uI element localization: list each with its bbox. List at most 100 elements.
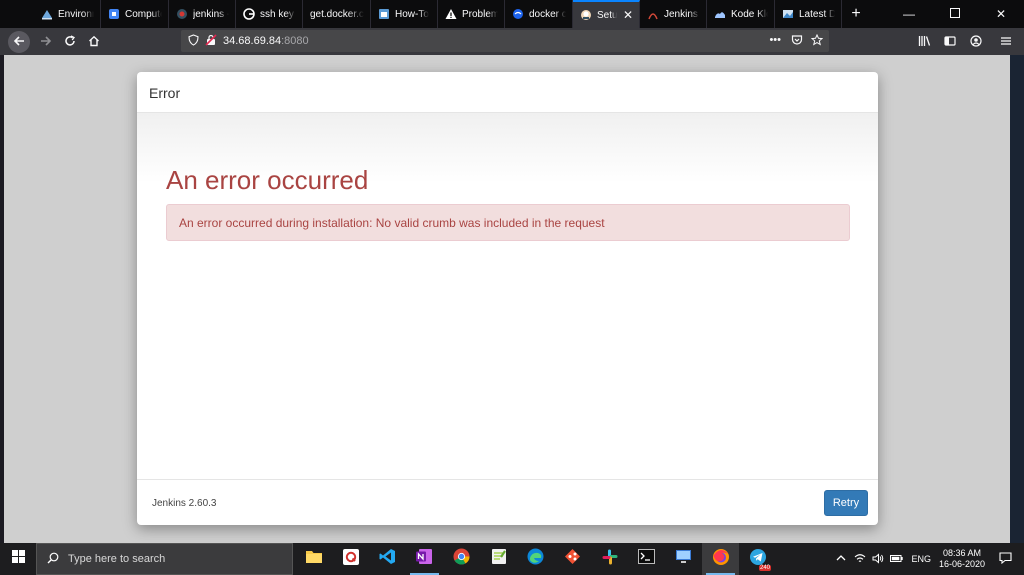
tab-latest[interactable]: Latest Do — [775, 0, 842, 28]
plus-icon: + — [851, 5, 861, 22]
back-button[interactable] — [8, 30, 30, 53]
tab-ssh-key[interactable]: ssh key c — [236, 0, 303, 28]
toolbar-right — [912, 28, 1024, 55]
tab-label: Jenkins 2 — [664, 8, 700, 20]
tab-get-docker[interactable]: get.docker.co — [303, 0, 371, 28]
forward-button[interactable] — [34, 30, 58, 54]
slack-icon — [602, 549, 618, 570]
file-explorer-taskbar-button[interactable] — [295, 543, 332, 575]
clock-date: 16-06-2020 — [938, 559, 985, 569]
start-button[interactable] — [0, 543, 36, 575]
jenkins-tab-icon — [647, 8, 659, 20]
shield-icon[interactable] — [188, 33, 199, 49]
arrow-left-icon — [13, 34, 25, 50]
reload-button[interactable] — [58, 30, 82, 54]
dialog-footer: Jenkins 2.60.3 Retry — [137, 479, 878, 525]
dialog-header: Error — [137, 72, 878, 113]
onenote-taskbar-button[interactable] — [406, 543, 443, 575]
arrow-right-icon — [40, 34, 52, 50]
desktop-background-strip — [1010, 55, 1024, 543]
git-taskbar-button[interactable] — [554, 543, 591, 575]
jenkins-tab-icon — [580, 9, 592, 21]
howto-tab-icon — [378, 8, 390, 20]
tab-label: Compute — [125, 8, 162, 20]
account-icon — [970, 34, 982, 50]
battery-icon[interactable] — [890, 554, 904, 565]
slack-taskbar-button[interactable] — [591, 543, 628, 575]
notepadpp-taskbar-button[interactable] — [480, 543, 517, 575]
pocket-icon[interactable] — [791, 34, 803, 49]
tab-label: Setup — [597, 9, 617, 21]
language-indicator[interactable]: ENG — [911, 554, 931, 564]
action-center-icon[interactable] — [999, 552, 1012, 566]
tab-label: Problem — [462, 8, 498, 20]
tab-kodekloud[interactable]: Kode Klo — [707, 0, 775, 28]
sidebar-button[interactable] — [938, 30, 962, 54]
retry-button[interactable]: Retry — [824, 490, 868, 516]
sidebar-icon — [944, 34, 956, 50]
address-bar[interactable]: 34.68.69.84:8080 ••• — [181, 30, 829, 52]
close-tab-icon[interactable]: ✕ — [623, 8, 633, 22]
q-app-icon — [342, 548, 359, 570]
bookmark-star-icon[interactable] — [810, 33, 824, 49]
firefox-taskbar-button[interactable] — [702, 543, 739, 575]
edge-taskbar-button[interactable] — [517, 543, 554, 575]
dialog-title: Error — [149, 85, 181, 101]
dialog-body: An error occurred An error occurred duri… — [137, 113, 878, 479]
tab-jenkins-1[interactable]: jenkins - — [169, 0, 236, 28]
latest-tab-icon — [782, 8, 794, 20]
tab-compute[interactable]: Compute — [101, 0, 169, 28]
edge-icon — [527, 548, 544, 570]
tab-problem[interactable]: Problem — [438, 0, 505, 28]
volume-icon[interactable] — [872, 552, 884, 566]
onenote-icon — [416, 548, 433, 570]
tab-jenkins-2[interactable]: Jenkins 2 — [640, 0, 707, 28]
chrome-taskbar-button[interactable] — [443, 543, 480, 575]
remote-desktop-taskbar-button[interactable] — [665, 543, 702, 575]
maximize-button[interactable] — [932, 0, 978, 28]
home-button[interactable] — [82, 30, 106, 54]
tabstrip-spacer — [0, 0, 34, 28]
jenkins-version: Jenkins 2.60.3 — [152, 498, 217, 509]
maximize-icon — [950, 7, 960, 21]
remote-desktop-icon — [675, 549, 692, 570]
tab-docker[interactable]: docker c — [505, 0, 573, 28]
tab-label: jenkins - — [193, 8, 229, 20]
app-q-taskbar-button[interactable] — [332, 543, 369, 575]
taskbar-clock[interactable]: 08:36 AM 16-06-2020 — [939, 548, 985, 570]
system-tray: ENG 08:36 AM 16-06-2020 — [836, 543, 1024, 575]
url-host: 34.68.69.84 — [223, 35, 282, 47]
tab-environment[interactable]: Environm — [34, 0, 101, 28]
notification-badge: 240 — [758, 565, 771, 571]
tab-how-to[interactable]: How-To — [371, 0, 438, 28]
account-button[interactable] — [964, 30, 988, 54]
minimize-button[interactable]: — — [886, 0, 932, 28]
insecure-lock-icon[interactable] — [205, 33, 217, 49]
new-tab-button[interactable]: + — [842, 0, 870, 28]
page-actions-icon[interactable]: ••• — [769, 34, 781, 46]
hamburger-menu-icon — [1000, 34, 1012, 50]
telegram-taskbar-button[interactable]: 240 — [739, 543, 776, 575]
terminal-taskbar-button[interactable] — [628, 543, 665, 575]
wifi-icon[interactable] — [854, 553, 866, 566]
terminal-icon — [638, 549, 655, 569]
tab-label: get.docker.co — [310, 8, 364, 20]
taskbar-search-box[interactable]: Type here to search — [36, 543, 293, 575]
docker-tab-icon — [512, 8, 524, 20]
tab-label: Kode Klo — [731, 8, 768, 20]
chevron-up-icon[interactable] — [836, 554, 846, 564]
tab-setup[interactable]: Setup ✕ — [573, 0, 640, 28]
library-button[interactable] — [912, 30, 936, 54]
tab-label: docker c — [529, 8, 566, 20]
error-heading: An error occurred — [166, 165, 369, 195]
sourcetree-icon — [564, 548, 581, 570]
search-icon — [47, 552, 59, 567]
warning-tab-icon — [445, 8, 457, 20]
tab-strip: Environm Compute jenkins - ssh key c get… — [0, 0, 1024, 28]
vscode-taskbar-button[interactable] — [369, 543, 406, 575]
tab-label: ssh key c — [260, 8, 296, 20]
reload-icon — [64, 34, 76, 50]
close-icon: ✕ — [995, 7, 1007, 21]
close-window-button[interactable]: ✕ — [978, 0, 1024, 28]
menu-button[interactable] — [994, 30, 1018, 54]
